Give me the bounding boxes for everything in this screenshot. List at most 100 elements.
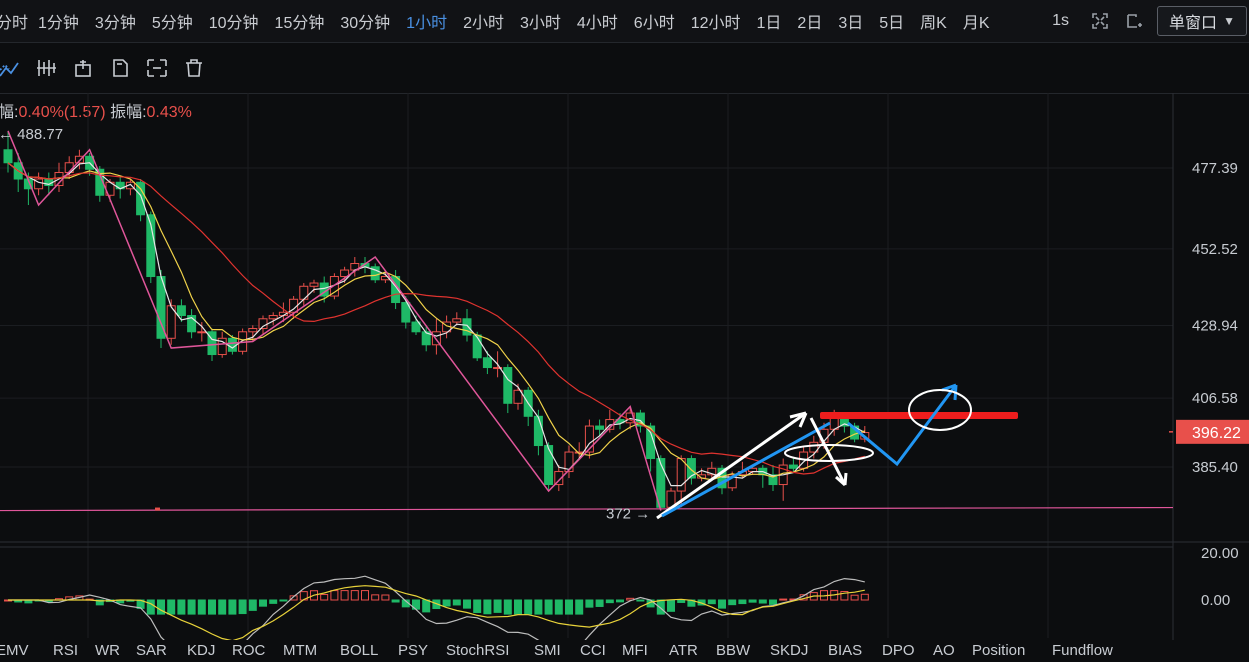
- indicator-tab[interactable]: WR: [95, 640, 120, 662]
- candle-body: [197, 331, 207, 334]
- timeframe-tab[interactable]: 6小时: [634, 9, 675, 33]
- indicator-tab[interactable]: RSI: [53, 640, 78, 662]
- indicator-tab[interactable]: SAR: [136, 640, 167, 662]
- copy-icon[interactable]: [107, 55, 133, 81]
- oscillator-bar: [463, 599, 471, 609]
- oscillator-bar: [361, 590, 369, 601]
- annotation-resistance-line: [820, 412, 1018, 419]
- timeframe-tab[interactable]: 10分钟: [209, 9, 259, 33]
- timeframe-tab[interactable]: 3分钟: [95, 9, 136, 33]
- popout-icon[interactable]: [1123, 10, 1145, 32]
- indicator-tab[interactable]: BIAS: [828, 640, 862, 662]
- candle-body: [268, 315, 278, 320]
- oscillator-bar: [228, 599, 237, 615]
- oscillator-bar: [391, 599, 400, 603]
- oscillator-bar: [656, 599, 665, 615]
- oscillator-bar: [197, 599, 206, 615]
- oscillator-axis-label: 20.00: [1201, 545, 1239, 562]
- oscillator-bar: [758, 599, 767, 604]
- indicator-tab[interactable]: SMI: [534, 640, 561, 662]
- timeframe-tab[interactable]: 周K: [920, 9, 947, 33]
- oscillator-bar: [177, 599, 186, 615]
- oscillator-bar: [850, 594, 859, 601]
- fullscreen-icon[interactable]: [1089, 10, 1111, 32]
- timeframe-tab[interactable]: 4小时: [577, 9, 618, 33]
- indicator-tab[interactable]: ROC: [232, 640, 265, 662]
- oscillator-bar: [534, 599, 543, 615]
- indicator-tab[interactable]: BBW: [716, 640, 750, 662]
- candle-body: [482, 357, 492, 369]
- oscillator-bar: [208, 599, 216, 615]
- timeframe-tab[interactable]: 15分钟: [275, 9, 325, 33]
- oscillator-bar: [330, 590, 339, 601]
- indicator-tab[interactable]: EMV: [0, 640, 29, 662]
- oscillator-bar: [259, 599, 267, 607]
- oscillator-bar: [503, 599, 512, 615]
- indicator-tab[interactable]: StochRSI: [446, 640, 509, 662]
- timeframe-tab[interactable]: 5日: [879, 9, 904, 33]
- oscillator-bar: [585, 599, 594, 608]
- timeframe-tab[interactable]: 12小时: [691, 9, 741, 33]
- oscillator-bar: [860, 593, 869, 601]
- timeframe-tab[interactable]: 1日: [757, 9, 782, 33]
- oscillator-bar: [442, 599, 451, 607]
- oscillator-bar: [575, 599, 584, 615]
- oscillator-bar: [422, 599, 431, 613]
- indicator-tab[interactable]: SKDJ: [770, 640, 808, 662]
- seconds-interval[interactable]: 1s: [1052, 12, 1069, 30]
- candle-body: [503, 367, 513, 404]
- oscillator-bar: [187, 599, 196, 615]
- indicator-tab[interactable]: DPO: [882, 640, 915, 662]
- indicator-icon[interactable]: [33, 55, 59, 81]
- indicator-tab[interactable]: Fundflow: [1052, 640, 1113, 662]
- drawing-tool-icon[interactable]: [0, 55, 22, 81]
- oscillator-bar: [605, 599, 614, 604]
- indicator-tab[interactable]: KDJ: [187, 640, 215, 662]
- delete-icon[interactable]: [181, 55, 207, 81]
- candle-body: [227, 337, 237, 352]
- timeframe-tab[interactable]: 3日: [838, 9, 863, 33]
- indicator-tab[interactable]: MFI: [622, 640, 648, 662]
- current-price-label: 396.22: [1192, 425, 1241, 442]
- oscillator-bar: [381, 594, 390, 601]
- indicator-tab[interactable]: Position: [972, 640, 1025, 662]
- timeframe-tab[interactable]: 1分钟: [38, 9, 79, 33]
- top-right-controls: 1s 单窗口 ▼: [1052, 0, 1249, 42]
- timeframe-tab[interactable]: 30分钟: [340, 9, 390, 33]
- window-mode-select[interactable]: 单窗口 ▼: [1157, 6, 1247, 36]
- candle-body: [3, 149, 13, 164]
- oscillator-bar: [707, 599, 716, 605]
- timeframe-tab[interactable]: 月K: [963, 9, 990, 33]
- candle-body: [176, 305, 186, 317]
- candle-body: [136, 181, 146, 216]
- volume-marker: [155, 507, 160, 511]
- indicator-tab[interactable]: CCI: [580, 640, 606, 662]
- screenshot-icon[interactable]: [144, 55, 170, 81]
- indicator-tab[interactable]: AO: [933, 640, 955, 662]
- oscillator-bar: [248, 599, 257, 611]
- indicator-tab[interactable]: BOLL: [340, 640, 378, 662]
- candle-body: [533, 415, 543, 447]
- indicator-tab[interactable]: ATR: [669, 640, 698, 662]
- oscillator-bar: [238, 599, 247, 615]
- template-icon[interactable]: [70, 55, 96, 81]
- oscillator-bar: [769, 599, 777, 605]
- timeframe-tab[interactable]: 5分钟: [152, 9, 193, 33]
- oscillator-bar: [493, 599, 502, 613]
- timeframe-tab[interactable]: 1小时: [406, 9, 447, 33]
- oscillator-bar: [554, 599, 563, 615]
- indicator-tab[interactable]: PSY: [398, 640, 428, 662]
- annotation-circle: [908, 389, 972, 431]
- indicator-tab[interactable]: MTM: [283, 640, 317, 662]
- timeframe-tab[interactable]: 2小时: [463, 9, 504, 33]
- oscillator-bar: [565, 599, 573, 615]
- oscillator-axis-label: 0.00: [1201, 592, 1230, 609]
- candlestick-chart[interactable]: 477.39 452.52 428.94 406.58 385.40 396.22 ← 48…: [0, 93, 1249, 640]
- timeframe-tab[interactable]: 2日: [797, 9, 822, 33]
- timeframe-list: 分时 1分钟 3分钟 5分钟 10分钟 15分钟 30分钟 1小时 2小时 3小时 4小时 6小时 12…: [0, 0, 1006, 42]
- oscillator-bar: [616, 599, 624, 603]
- timeframe-tab[interactable]: 分时: [0, 9, 28, 33]
- timeframe-tab[interactable]: 3小时: [520, 9, 561, 33]
- dropdown-caret-icon: ▼: [1223, 14, 1235, 28]
- oscillator-bar: [279, 599, 288, 602]
